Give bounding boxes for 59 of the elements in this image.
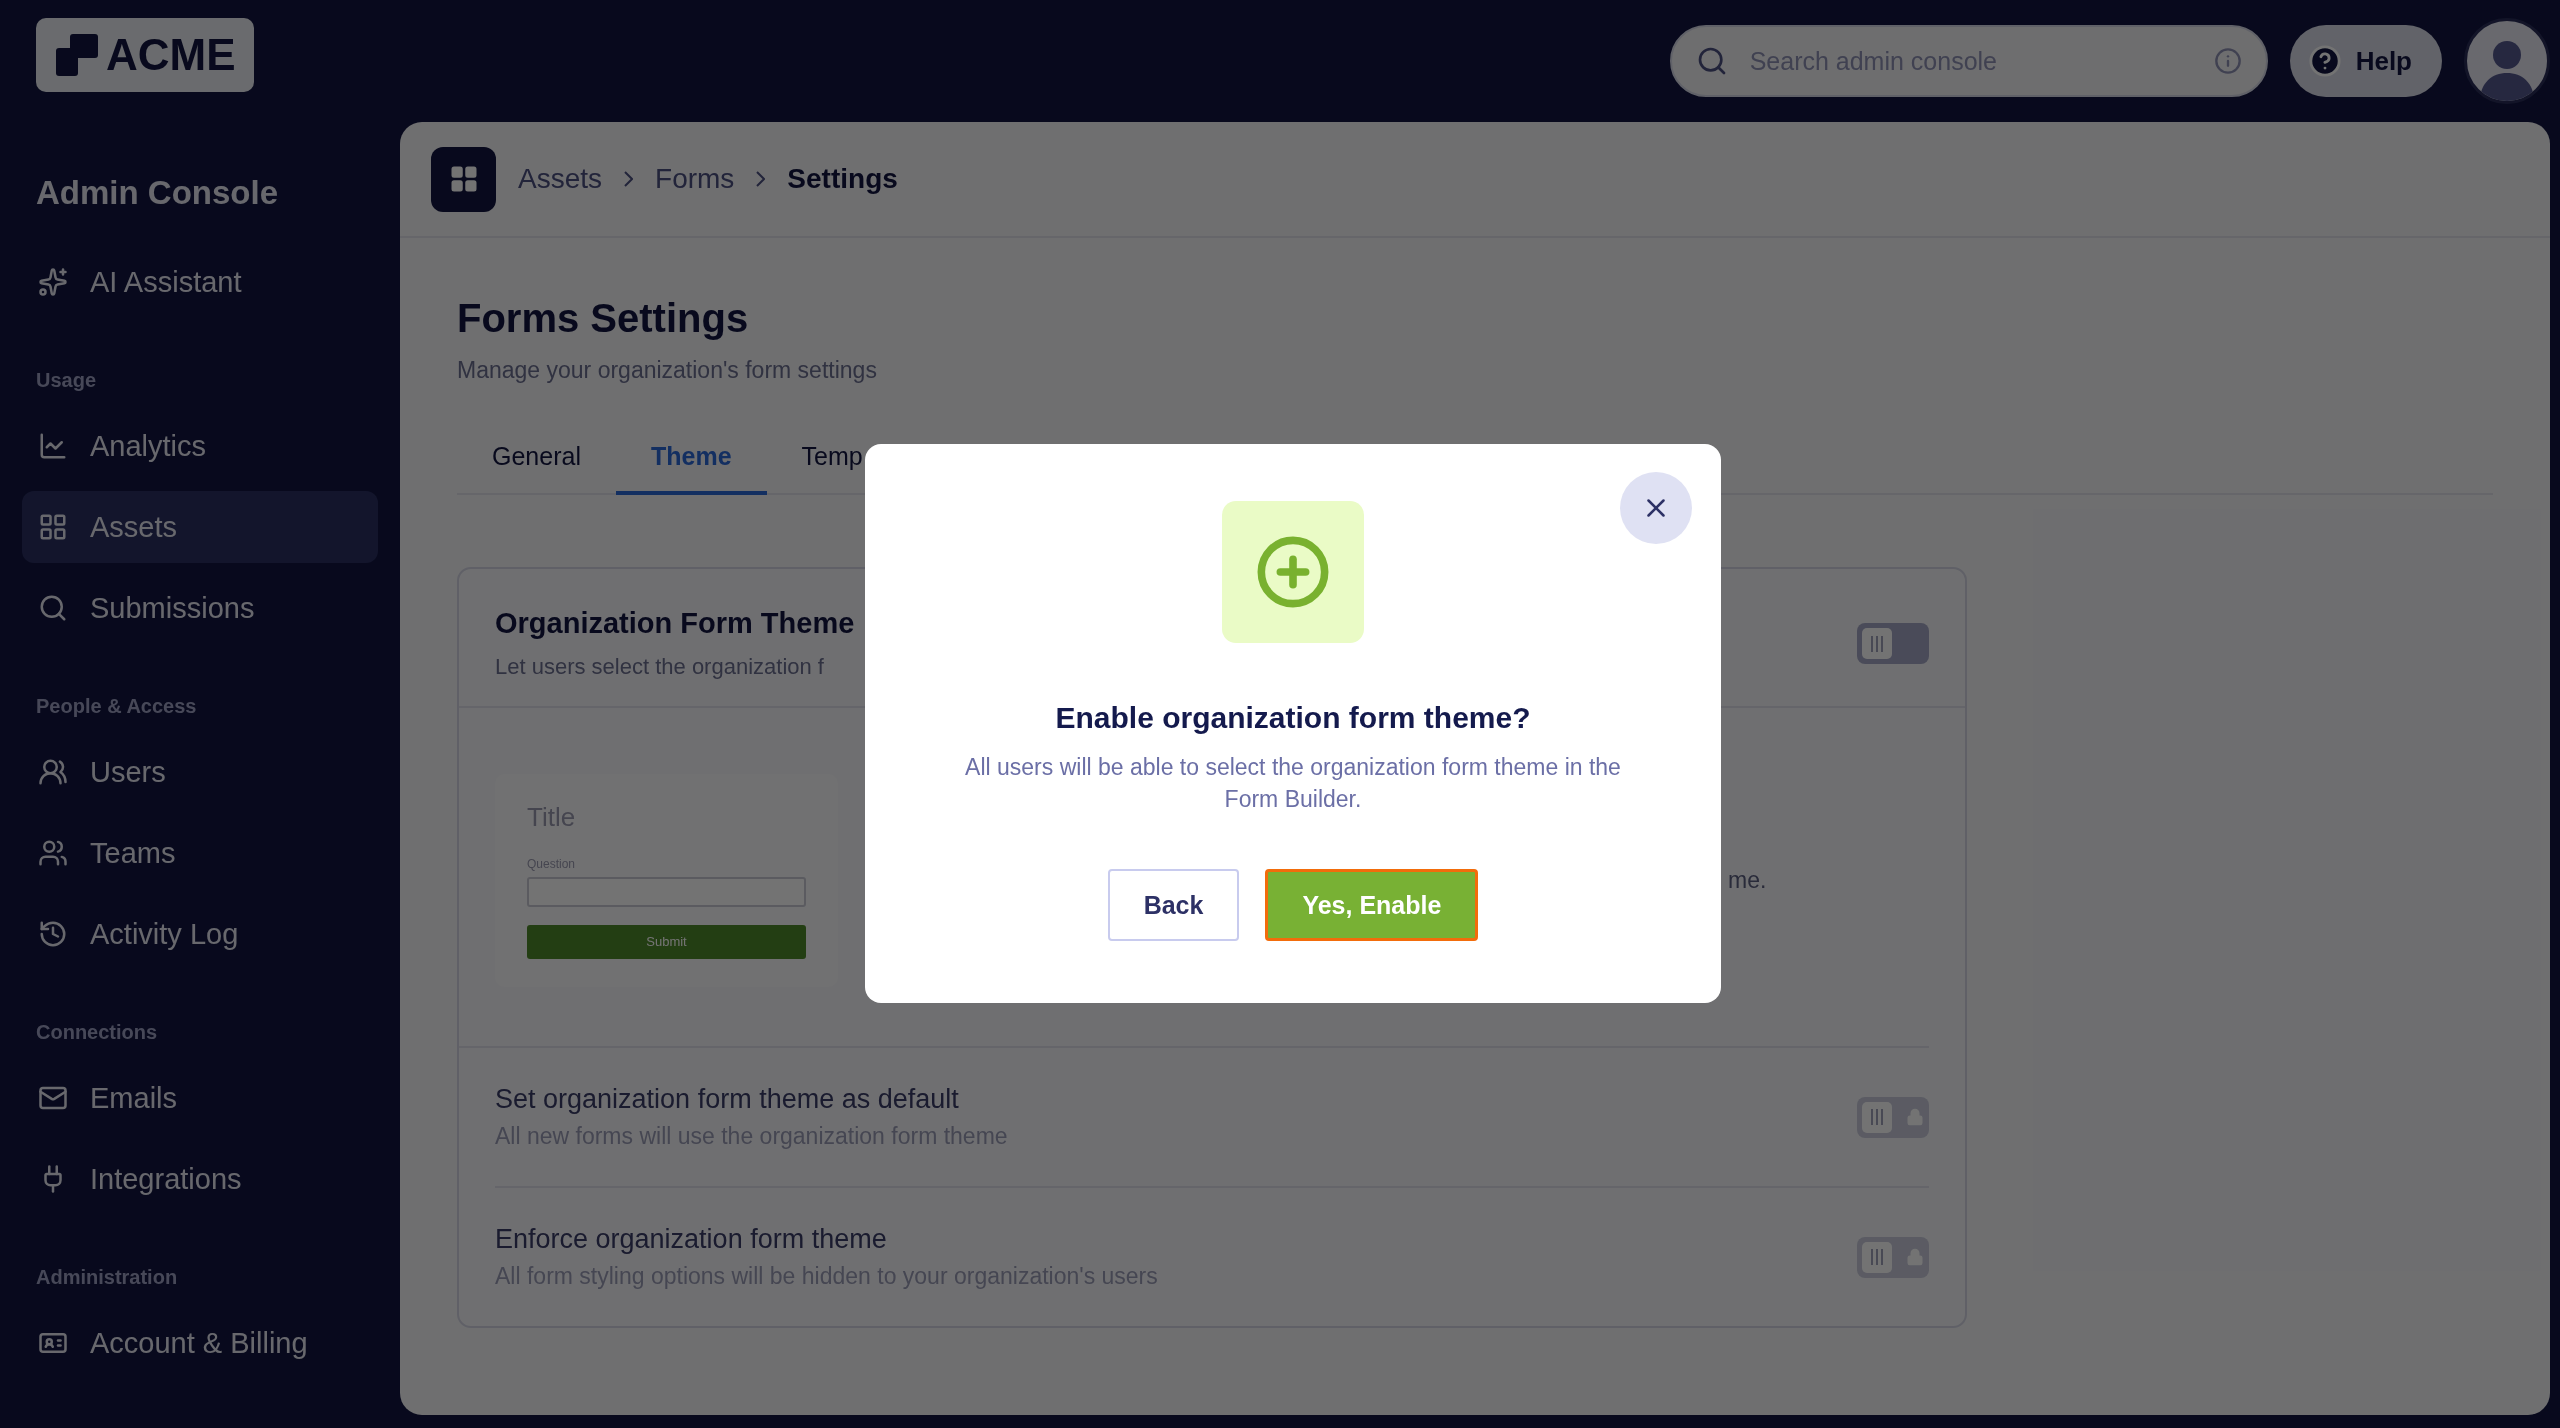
nav-icon xyxy=(38,919,68,949)
grip-icon xyxy=(1870,1248,1884,1266)
toggle-switch[interactable] xyxy=(1857,1096,1929,1138)
sidebar-item[interactable]: AI Assistant xyxy=(22,246,378,318)
logo-text: ACME xyxy=(106,30,236,80)
toggle-switch[interactable] xyxy=(1857,623,1929,664)
nav-icon xyxy=(38,512,68,542)
grip-icon xyxy=(1870,1108,1884,1126)
sidebar-item[interactable]: Emails xyxy=(22,1062,378,1134)
tab[interactable]: Temp xyxy=(766,442,898,495)
sidebar-item[interactable]: Activity Log xyxy=(22,898,378,970)
nav-icon xyxy=(38,757,68,787)
section-label: Usage xyxy=(35,369,98,392)
sidebar-item[interactable]: Submissions xyxy=(22,572,378,644)
page-subtitle: Manage your organization's form settings xyxy=(457,357,878,384)
chevron-icon xyxy=(624,171,634,187)
sidebar-title: Admin Console xyxy=(35,174,279,212)
section-label: Administration xyxy=(35,1266,179,1289)
sidebar-item[interactable]: Analytics xyxy=(22,410,378,482)
section-label: Connections xyxy=(35,1021,159,1044)
dialog-title: Enable organization form theme? xyxy=(1055,701,1531,735)
sidebar-item[interactable]: Teams xyxy=(22,817,378,889)
sidebar-item[interactable]: Assets xyxy=(22,491,378,563)
card-subtitle: Let users select the organization f xyxy=(495,654,825,680)
preview-input-field[interactable] xyxy=(527,876,806,907)
breadcrumb-link[interactable]: Assets xyxy=(518,163,603,195)
logo-mark-icon xyxy=(56,34,98,76)
grid-home-button[interactable] xyxy=(431,146,496,212)
nav-icon xyxy=(38,431,68,461)
nav-icon xyxy=(38,593,68,623)
tab[interactable]: General xyxy=(457,442,616,495)
page-title: Forms Settings xyxy=(457,296,750,341)
lock-icon xyxy=(1906,1248,1924,1266)
setting-title: Enforce organization form theme xyxy=(495,1224,888,1255)
breadcrumb-link[interactable]: Settings xyxy=(787,163,898,195)
grip-icon xyxy=(1870,634,1884,653)
sidebar-item[interactable]: Account & Billing xyxy=(22,1307,378,1379)
card-title: Organization Form Theme xyxy=(495,607,855,640)
setting-title: Set organization form theme as default xyxy=(495,1084,960,1115)
preview-submit-button[interactable]: Submit xyxy=(527,924,806,959)
preview-description: me. xyxy=(1728,866,1767,894)
tab[interactable]: Theme xyxy=(615,442,767,495)
plus-circle-icon xyxy=(1255,534,1331,610)
lock-icon xyxy=(1906,1108,1924,1126)
section-label: People & Access xyxy=(35,695,198,718)
sidebar-item[interactable]: Users xyxy=(22,736,378,808)
back-button[interactable]: Back xyxy=(1107,869,1240,941)
nav-icon xyxy=(38,267,68,297)
info-icon[interactable] xyxy=(2213,47,2242,75)
nav-icon xyxy=(38,838,68,868)
breadcrumb-link[interactable]: Forms xyxy=(655,163,735,195)
dialog-message: All users will be able to select the organization form theme in the Form Builder. xyxy=(964,753,1622,814)
sidebar-item[interactable]: Integrations xyxy=(22,1143,378,1215)
help-button[interactable]: Help xyxy=(2289,25,2442,97)
confirm-button[interactable]: Yes, Enable xyxy=(1265,869,1479,941)
logo[interactable]: ACME xyxy=(36,18,254,92)
toggle-switch[interactable] xyxy=(1857,1236,1929,1278)
help-icon xyxy=(2307,44,2342,78)
chevron-icon xyxy=(756,171,766,187)
